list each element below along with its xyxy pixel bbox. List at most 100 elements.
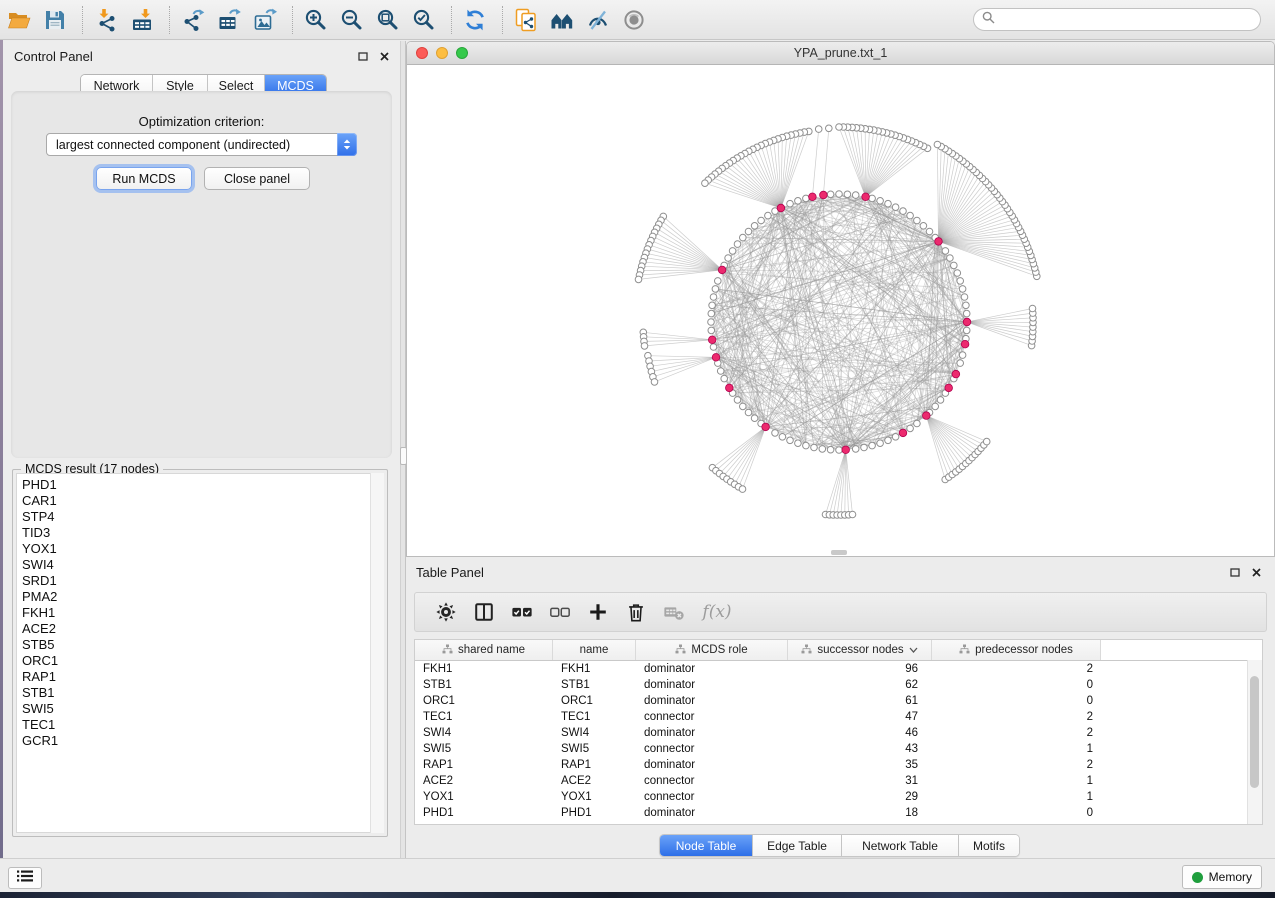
select-all-rows-button[interactable] (509, 599, 535, 625)
table-cell: PHD1 (415, 807, 553, 819)
list-item[interactable]: PMA2 (17, 589, 383, 605)
table-scrollbar-thumb[interactable] (1250, 676, 1259, 788)
list-item[interactable]: STB1 (17, 685, 383, 701)
deselect-all-rows-button[interactable] (547, 599, 573, 625)
close-window-icon[interactable] (416, 47, 428, 59)
table-scrollbar-track[interactable] (1247, 660, 1262, 824)
table-row[interactable]: PHD1PHD1dominator180 (415, 805, 1262, 821)
open-session-icon (7, 8, 31, 32)
canvas-hscroll-thumb[interactable] (831, 550, 847, 555)
float-table-panel-icon[interactable] (1229, 566, 1241, 578)
export-image-icon (253, 8, 277, 32)
search-input[interactable] (995, 12, 1260, 28)
list-item[interactable]: RAP1 (17, 669, 383, 685)
table-cell: dominator (636, 695, 788, 707)
shared-column-icon (442, 644, 453, 657)
zoom-in-button[interactable] (303, 7, 329, 33)
list-item[interactable]: TEC1 (17, 717, 383, 733)
mcds-result-list[interactable]: PHD1CAR1STP4TID3YOX1SWI4SRD1PMA2FKH1ACE2… (16, 473, 384, 833)
delete-columns-button[interactable] (623, 599, 649, 625)
table-panel-tabs: Node TableEdge TableNetwork TableMotifs (659, 834, 1020, 857)
table-cell: ACE2 (415, 775, 553, 787)
table-row[interactable]: SWI4SWI4dominator462 (415, 725, 1262, 741)
table-row[interactable]: ACE2ACE2connector311 (415, 773, 1262, 789)
list-item[interactable]: SWI4 (17, 557, 383, 573)
clone-network-button[interactable] (513, 7, 539, 33)
mcds-result-groupbox: MCDS result (17 nodes) PHD1CAR1STP4TID3Y… (12, 469, 388, 837)
list-item[interactable]: STB5 (17, 637, 383, 653)
criterion-select[interactable]: largest connected component (undirected) (46, 133, 357, 156)
list-item[interactable]: ORC1 (17, 653, 383, 669)
select-all-rows-icon (511, 601, 533, 623)
hide-graphics-details-button[interactable] (585, 7, 611, 33)
list-item[interactable]: SWI5 (17, 701, 383, 717)
save-session-button[interactable] (42, 7, 68, 33)
result-list-scrollbar[interactable] (370, 473, 384, 833)
minimize-window-icon[interactable] (436, 47, 448, 59)
zoom-selected-icon (412, 8, 436, 32)
tab-network-table[interactable]: Network Table (842, 835, 959, 856)
control-panel: Control Panel NetworkStyleSelectMCDS Opt… (3, 41, 400, 858)
list-item[interactable]: PHD1 (17, 477, 383, 493)
close-panel-button[interactable]: Close panel (204, 167, 310, 190)
table-cell: ORC1 (415, 695, 553, 707)
search-box[interactable] (973, 8, 1261, 31)
table-row[interactable]: RAP1RAP1dominator352 (415, 757, 1262, 773)
import-network-button[interactable] (93, 7, 119, 33)
import-table-button[interactable] (129, 7, 155, 33)
node-table-header: shared namenameMCDS rolesuccessor nodesp… (415, 640, 1262, 661)
zoom-out-button[interactable] (339, 7, 365, 33)
column-header-filler (1101, 640, 1262, 660)
list-item[interactable]: FKH1 (17, 605, 383, 621)
table-row[interactable]: TEC1TEC1connector472 (415, 709, 1262, 725)
memory-button[interactable]: Memory (1182, 865, 1262, 889)
export-image-button[interactable] (252, 7, 278, 33)
memory-label: Memory (1209, 870, 1252, 884)
add-column-button[interactable] (585, 599, 611, 625)
close-panel-icon[interactable] (378, 50, 390, 62)
table-settings-button[interactable] (433, 599, 459, 625)
table-cell: RAP1 (415, 759, 553, 771)
float-panel-icon[interactable] (357, 50, 369, 62)
table-row[interactable]: SWI5SWI5connector431 (415, 741, 1262, 757)
column-header-shared-name[interactable]: shared name (415, 640, 553, 660)
status-bar: Memory (0, 858, 1275, 892)
zoom-fit-button[interactable] (375, 7, 401, 33)
table-row[interactable]: STB1STB1dominator620 (415, 677, 1262, 693)
task-history-button[interactable] (8, 867, 42, 889)
list-item[interactable]: TID3 (17, 525, 383, 541)
tab-node-table[interactable]: Node Table (660, 835, 753, 856)
table-row[interactable]: FKH1FKH1dominator962 (415, 661, 1262, 677)
export-network-button[interactable] (180, 7, 206, 33)
list-item[interactable]: GCR1 (17, 733, 383, 749)
export-table-button[interactable] (216, 7, 242, 33)
show-graphics-details-button[interactable] (621, 7, 647, 33)
refresh-layout-button[interactable] (462, 7, 488, 33)
table-row[interactable]: ORC1ORC1dominator610 (415, 693, 1262, 709)
column-header-predecessor-nodes[interactable]: predecessor nodes (932, 640, 1101, 660)
column-visibility-button[interactable] (471, 599, 497, 625)
list-item[interactable]: CAR1 (17, 493, 383, 509)
tab-edge-table[interactable]: Edge Table (753, 835, 842, 856)
run-mcds-button[interactable]: Run MCDS (96, 167, 192, 190)
shared-column-icon (675, 644, 686, 657)
list-item[interactable]: SRD1 (17, 573, 383, 589)
table-toolbar: f(x) (414, 592, 1267, 632)
network-window-titlebar[interactable]: YPA_prune.txt_1 (407, 42, 1274, 65)
tab-motifs[interactable]: Motifs (959, 835, 1019, 856)
column-header-successor-nodes[interactable]: successor nodes (788, 640, 932, 660)
zoom-selected-button[interactable] (411, 7, 437, 33)
list-item[interactable]: STP4 (17, 509, 383, 525)
function-builder-icon: f(x) (702, 602, 731, 622)
close-table-panel-icon[interactable] (1250, 566, 1262, 578)
network-window: YPA_prune.txt_1 (406, 41, 1275, 557)
column-header-name[interactable]: name (553, 640, 636, 660)
column-header-MCDS-role[interactable]: MCDS role (636, 640, 788, 660)
list-item[interactable]: YOX1 (17, 541, 383, 557)
birdseye-view-button[interactable] (549, 7, 575, 33)
open-session-button[interactable] (6, 7, 32, 33)
network-canvas[interactable] (407, 65, 1274, 557)
list-item[interactable]: ACE2 (17, 621, 383, 637)
table-row[interactable]: YOX1YOX1connector291 (415, 789, 1262, 805)
maximize-window-icon[interactable] (456, 47, 468, 59)
